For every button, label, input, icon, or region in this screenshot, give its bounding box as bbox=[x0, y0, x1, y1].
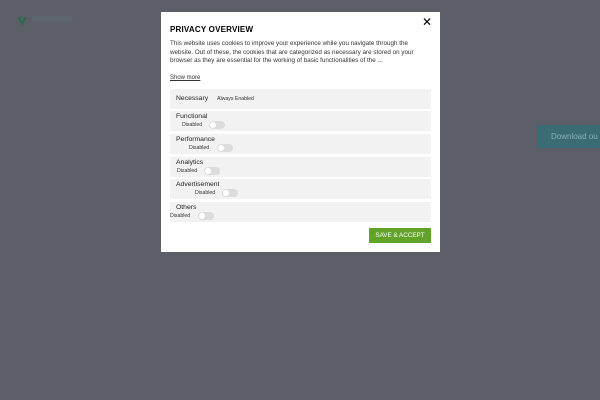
toggle-switch[interactable] bbox=[204, 166, 220, 175]
cookie-category-list: Necessary Always Enabled Functional Disa… bbox=[170, 88, 431, 222]
category-label: Analytics bbox=[176, 158, 204, 166]
category-label: Functional bbox=[176, 113, 208, 121]
category-label: Necessary bbox=[176, 94, 209, 102]
privacy-modal: ✕ PRIVACY OVERVIEW This website uses coo… bbox=[161, 12, 440, 252]
category-performance[interactable]: Performance Disabled bbox=[170, 133, 431, 154]
download-button[interactable]: Download ou bbox=[537, 125, 600, 148]
category-analytics[interactable]: Analytics Disabled bbox=[170, 156, 431, 177]
category-label: Others bbox=[176, 203, 197, 211]
modal-description: This website uses cookies to improve you… bbox=[170, 40, 414, 65]
site-logo-icon bbox=[16, 14, 28, 26]
category-others[interactable]: Others Disabled bbox=[170, 201, 431, 222]
category-status: Disabled bbox=[195, 190, 216, 197]
site-logo-text bbox=[32, 16, 72, 22]
category-status: Disabled bbox=[189, 144, 210, 151]
category-status: Always Enabled bbox=[217, 96, 254, 103]
modal-title: PRIVACY OVERVIEW bbox=[170, 25, 254, 34]
category-status: Disabled bbox=[177, 167, 198, 174]
category-label: Advertisement bbox=[176, 181, 220, 189]
category-functional[interactable]: Functional Disabled bbox=[170, 111, 431, 132]
toggle-switch[interactable] bbox=[198, 211, 214, 220]
toggle-switch[interactable] bbox=[217, 143, 233, 152]
close-icon[interactable]: ✕ bbox=[420, 15, 434, 29]
category-necessary[interactable]: Necessary Always Enabled bbox=[170, 88, 431, 109]
category-status: Disabled bbox=[182, 122, 203, 129]
toggle-switch[interactable] bbox=[209, 121, 225, 130]
category-label: Performance bbox=[176, 135, 215, 143]
category-status: Disabled bbox=[170, 212, 191, 219]
toggle-switch[interactable] bbox=[222, 189, 238, 198]
show-more-link[interactable]: Show more bbox=[170, 75, 200, 81]
save-accept-button[interactable]: SAVE & ACCEPT bbox=[369, 228, 431, 243]
category-advertisement[interactable]: Advertisement Disabled bbox=[170, 179, 431, 200]
